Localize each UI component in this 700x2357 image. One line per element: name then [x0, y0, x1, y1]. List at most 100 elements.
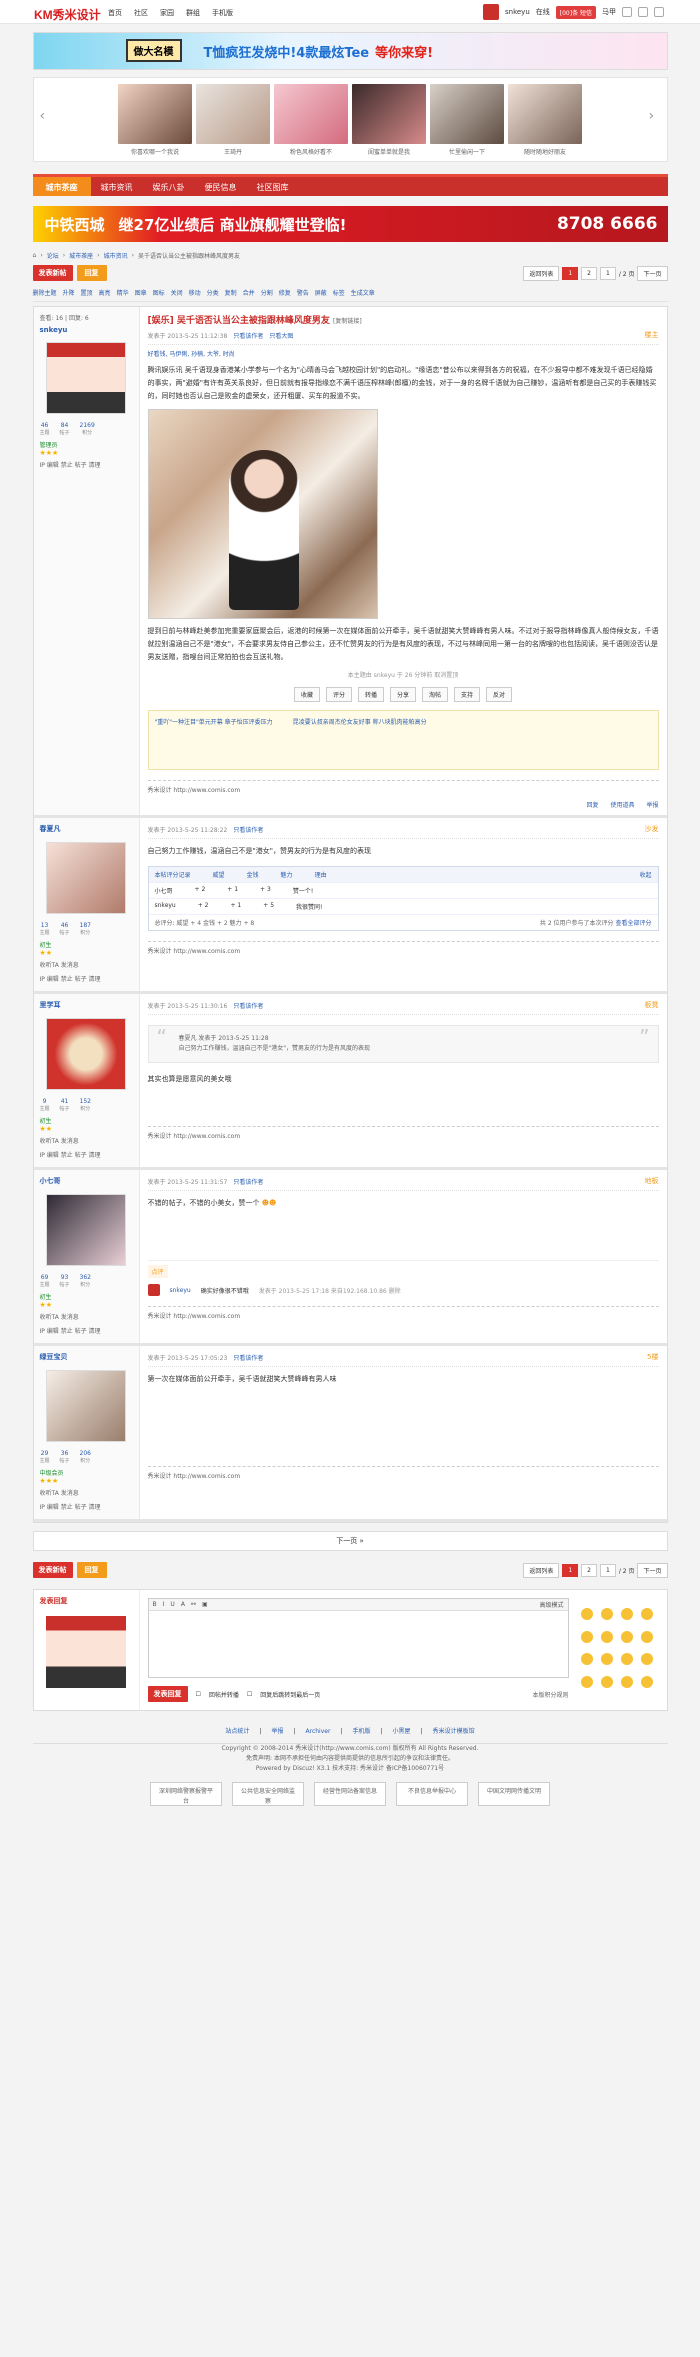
smile-icon[interactable] [620, 1653, 633, 1665]
signature[interactable]: 秀米设计 http://www.comis.com [147, 1306, 659, 1320]
related-link[interactable]: 昆凌要认叔亲周杰伦女友好事 称八块肌肉能帕高分 [293, 717, 427, 763]
slide-item[interactable]: 闺蜜单单就是我 [352, 83, 426, 156]
new-post-button[interactable]: 发表新帖 [32, 265, 73, 281]
signature[interactable]: 秀米设计 http://www.comis.com [147, 780, 659, 794]
admin-ops[interactable]: IP 编辑 禁止 帖子 清理 [40, 975, 133, 985]
follow-ops[interactable]: 收听TA 发消息 [40, 1137, 133, 1147]
next-page-bar[interactable]: 下一页 » [32, 1531, 668, 1551]
fold-link[interactable]: 收起 [639, 870, 651, 879]
smile-icon[interactable] [620, 1608, 633, 1620]
back-list-button[interactable]: 返回列表 [523, 265, 560, 281]
admin-ops[interactable]: IP 编辑 禁止 帖子 清理 [40, 1327, 133, 1337]
support-button[interactable]: 支持 [454, 687, 481, 702]
mod-link[interactable]: 置顶 [81, 288, 93, 298]
comment-user[interactable]: snkeyu [170, 1287, 191, 1294]
footer-link[interactable]: 站点统计 [225, 1727, 249, 1737]
smile-icon[interactable] [640, 1608, 653, 1620]
admin-ops[interactable]: IP 编辑 禁止 帖子 清理 [40, 461, 133, 471]
tab-service[interactable]: 便民信息 [195, 177, 247, 196]
smile-icon[interactable] [600, 1653, 613, 1665]
mod-link[interactable]: 警告 [297, 288, 309, 298]
advanced-mode-link[interactable]: 高级模式 [539, 1600, 563, 1609]
gear-icon[interactable] [638, 7, 648, 17]
mod-link[interactable]: 移动 [189, 288, 201, 298]
footer-link[interactable]: Archiver [306, 1727, 331, 1737]
follow-ops[interactable]: 收听TA 发消息 [40, 961, 133, 971]
mod-link[interactable]: 图标 [153, 288, 165, 298]
chevron-left-icon[interactable]: ‹ [40, 108, 52, 128]
mod-link[interactable]: 升降 [63, 288, 75, 298]
bold-icon[interactable]: B [153, 1601, 157, 1608]
image-icon[interactable]: ▣ [202, 1601, 208, 1608]
next-page-button[interactable]: 下一页 [637, 1562, 668, 1578]
post-tags[interactable]: 好看钱, 马伊俐, 孙楠, 大爷, 时尚 [148, 349, 659, 358]
admin-ops[interactable]: IP 编辑 禁止 帖子 清理 [40, 1151, 133, 1161]
author-name[interactable]: 里学耳 [40, 1000, 133, 1010]
underline-icon[interactable]: U [170, 1601, 174, 1608]
admin-ops[interactable]: IP 编辑 禁止 帖子 清理 [40, 1503, 133, 1513]
mod-link[interactable]: 分割 [261, 288, 273, 298]
smile-icon[interactable] [580, 1675, 593, 1688]
nav-home-space[interactable]: 家园 [160, 8, 174, 18]
only-author-link[interactable]: 只看该作者 [233, 825, 263, 834]
avatar[interactable] [147, 1284, 160, 1296]
ad-banner-mid[interactable]: 中铁西城 继27亿业绩后 商业旗舰耀世登临! 8708 6666 [32, 206, 668, 242]
only-author-link[interactable]: 只看该作者 [233, 1001, 263, 1010]
avatar[interactable] [46, 1370, 126, 1442]
tab-city-news[interactable]: 城市资讯 [91, 177, 143, 196]
signature[interactable]: 秀米设计 http://www.comis.com [147, 1126, 659, 1140]
avatar[interactable] [46, 842, 126, 914]
mod-link[interactable]: 图章 [135, 288, 147, 298]
author-name[interactable]: snkeyu [40, 326, 133, 334]
nav-mobile[interactable]: 手机版 [212, 8, 233, 18]
tab-city-tea[interactable]: 城市茶座 [32, 177, 91, 196]
cert-badge[interactable]: 经营性网站备案信息 [314, 1782, 386, 1806]
footer-link[interactable]: 举报 [271, 1727, 283, 1737]
site-logo[interactable]: KM秀米设计 [34, 6, 101, 23]
search-icon[interactable] [654, 7, 664, 17]
avatar[interactable] [46, 342, 126, 414]
crumb-board[interactable]: 城市茶座 [69, 251, 93, 260]
slide-item[interactable]: 你喜欢哪一个我说 [118, 83, 192, 156]
cert-badge[interactable]: 不良信息举报中心 [396, 1782, 468, 1806]
tab-gallery[interactable]: 社区图库 [247, 177, 299, 196]
mod-link[interactable]: 删除主题 [33, 288, 57, 298]
smile-icon[interactable] [620, 1630, 633, 1643]
color-icon[interactable]: A [181, 1601, 185, 1608]
tab-entertainment[interactable]: 娱乐八卦 [143, 177, 195, 196]
smile-icon[interactable] [640, 1675, 653, 1688]
link-icon[interactable]: ⚯ [191, 1601, 196, 1608]
repost-checkbox[interactable]: ☐ [196, 1691, 201, 1698]
share-button[interactable]: 分享 [389, 687, 416, 702]
signature[interactable]: 秀米设计 http://www.comis.com [147, 941, 659, 955]
only-author-link[interactable]: 只看该作者 [233, 1177, 263, 1186]
nav-community[interactable]: 社区 [134, 8, 148, 18]
reply-editor[interactable]: B I U A ⚯ ▣ 高级模式 [147, 1598, 569, 1678]
repost-button[interactable]: 转播 [357, 687, 384, 702]
slide-item[interactable]: 随时随地好丽友 [508, 83, 582, 156]
bell-icon[interactable] [622, 7, 632, 17]
cert-badge[interactable]: 深圳网络警察报警平台 [150, 1782, 222, 1806]
back-list-button[interactable]: 返回列表 [523, 1562, 560, 1578]
mod-link[interactable]: 高亮 [99, 288, 111, 298]
smile-icon[interactable] [640, 1630, 653, 1643]
alias-menu[interactable]: 马甲 [602, 7, 616, 17]
copy-link[interactable]: [复制链接] [333, 318, 362, 325]
next-page-button[interactable]: 下一页 [637, 265, 668, 281]
report-link[interactable]: 举报 [646, 800, 658, 809]
cert-badge[interactable]: 中国文明网传播文明 [478, 1782, 550, 1806]
rate-button[interactable]: 评分 [325, 687, 352, 702]
crumb-sub[interactable]: 城市资讯 [104, 251, 128, 260]
follow-ops[interactable]: 收听TA 发消息 [40, 1489, 133, 1499]
footer-link[interactable]: 秀米设计模板馆 [433, 1727, 475, 1737]
post-image[interactable] [147, 409, 378, 619]
crumb-forum[interactable]: 论坛 [47, 251, 59, 260]
smile-icon[interactable] [580, 1630, 593, 1643]
only-author-link[interactable]: 只看该作者 [233, 331, 263, 340]
rules-link[interactable]: 本版积分规则 [532, 1690, 568, 1699]
smile-icon[interactable] [580, 1608, 593, 1620]
mod-link[interactable]: 合并 [243, 288, 255, 298]
reply-link[interactable]: 回复 [586, 800, 598, 809]
mod-link[interactable]: 屏蔽 [315, 288, 327, 298]
slide-item[interactable]: 王琦丹 [196, 83, 270, 156]
